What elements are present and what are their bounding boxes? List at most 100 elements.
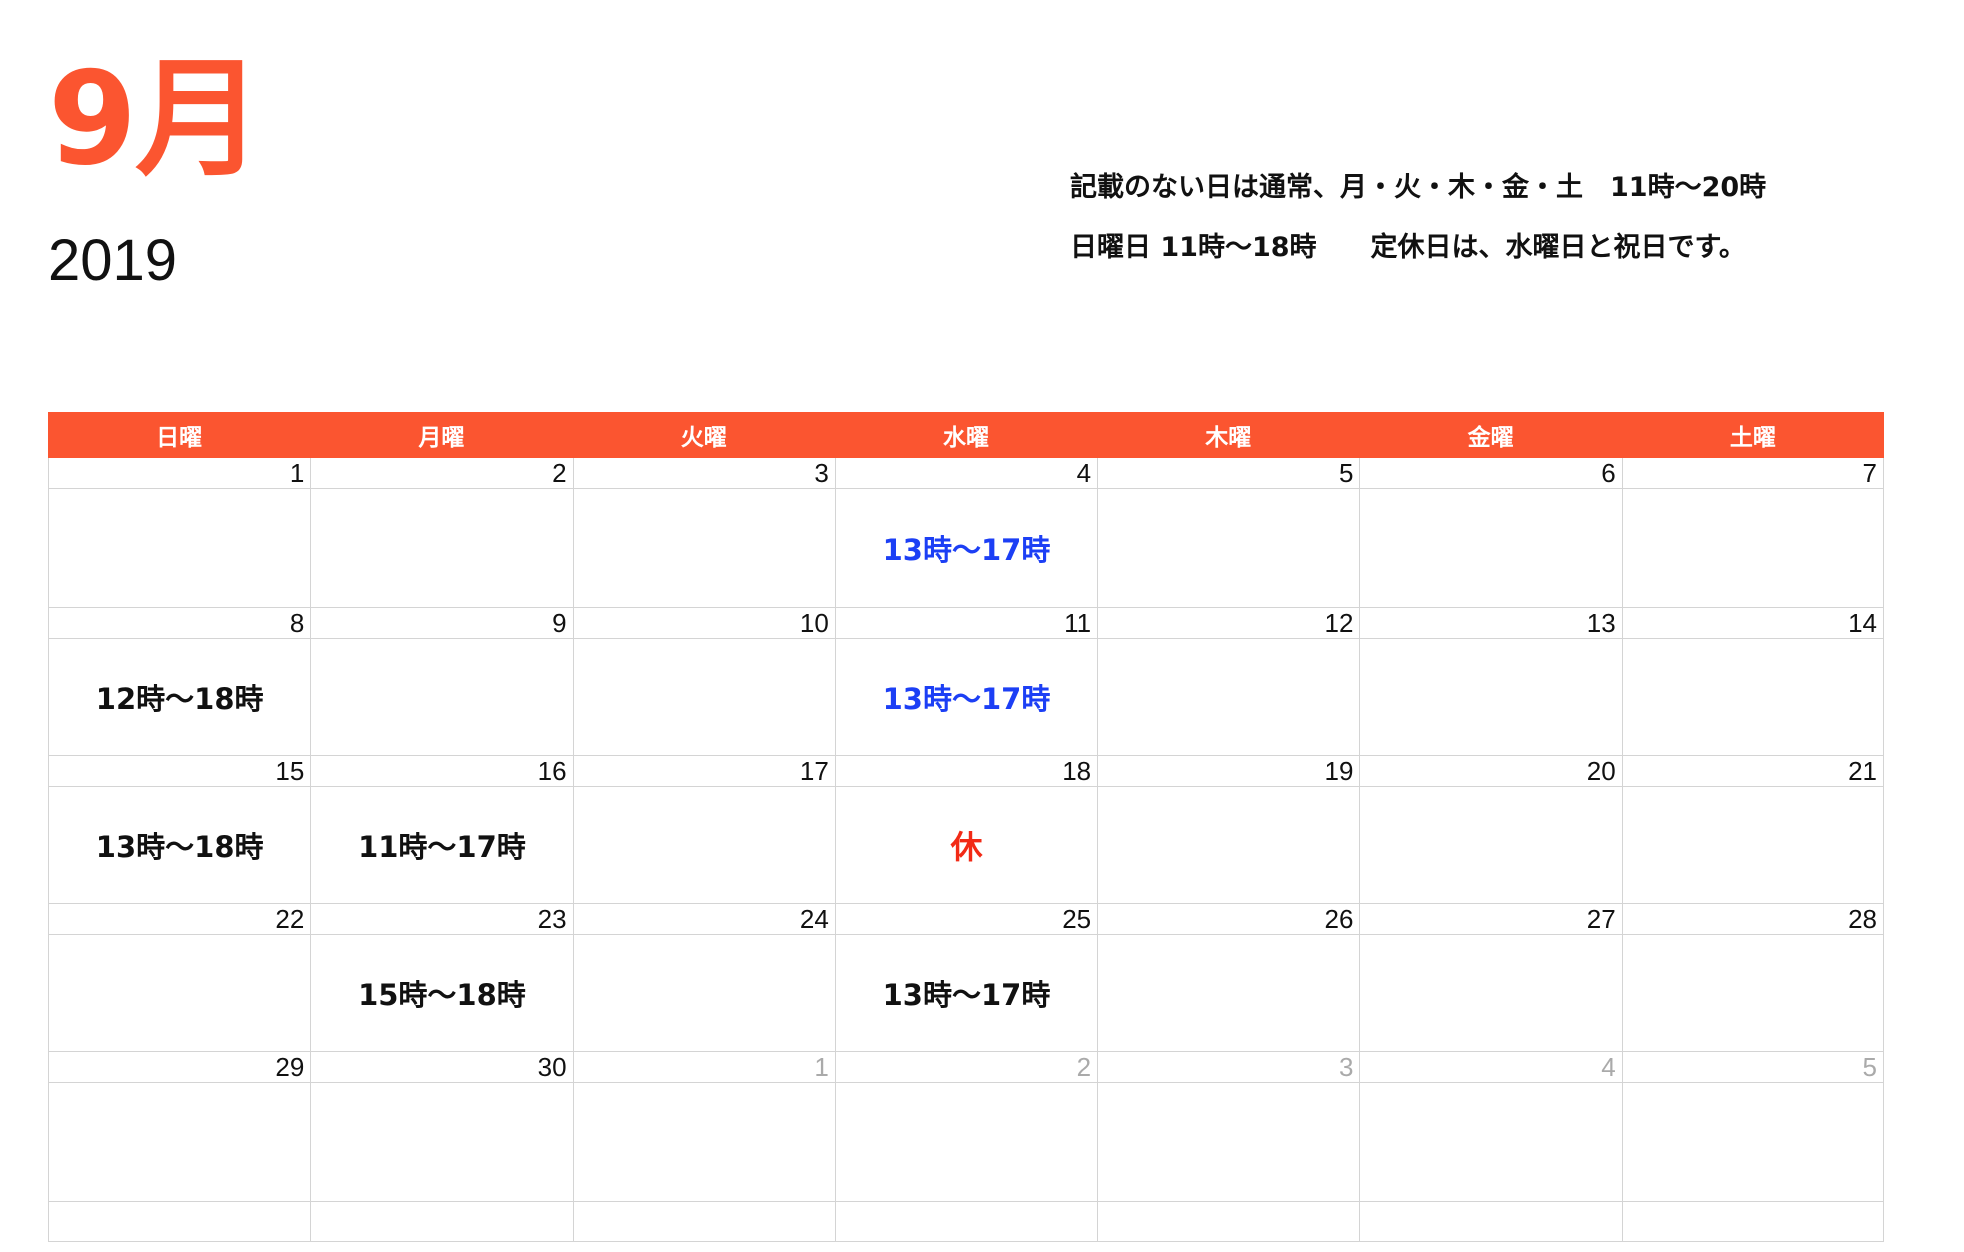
day-number: 27 (1360, 904, 1621, 935)
calendar-day-cell[interactable]: 2 (310, 458, 572, 608)
calendar-day-cell[interactable]: 13 (1359, 608, 1621, 756)
day-number: 1 (574, 1052, 835, 1083)
calendar-day-cell[interactable]: 26 (1097, 904, 1359, 1052)
calendar-day-cell[interactable]: 1 (573, 1052, 835, 1202)
day-number: 2 (836, 1052, 1097, 1083)
day-number: 5 (1623, 1052, 1883, 1083)
calendar-day-cell[interactable]: 4 (1359, 1052, 1621, 1202)
calendar-day-cell[interactable]: 3 (573, 458, 835, 608)
calendar-day-cell[interactable]: 9 (310, 608, 572, 756)
event-hours-label: 13時〜17時 (836, 935, 1097, 1051)
calendar-day-cell[interactable]: 2315時〜18時 (310, 904, 572, 1052)
day-number: 20 (1360, 756, 1621, 787)
calendar-day-cell[interactable]: 19 (1097, 756, 1359, 904)
weekday-saturday: 土曜 (1622, 412, 1884, 458)
notes-line-2: 日曜日 11時〜18時 定休日は、水曜日と祝日です。 (1070, 218, 1950, 278)
calendar-day-cell[interactable]: 18休 (835, 756, 1097, 904)
calendar-week-row: 812時〜18時9101113時〜17時121314 (48, 608, 1884, 756)
event-hours-label: 13時〜17時 (836, 489, 1097, 607)
event-hours-label: 13時〜17時 (836, 639, 1097, 755)
weekday-tuesday: 火曜 (573, 412, 835, 458)
calendar-week-row: 293012345 (48, 1052, 1884, 1202)
calendar-weeks: 123413時〜17時567812時〜18時9101113時〜17時121314… (48, 458, 1884, 1202)
weekday-friday: 金曜 (1359, 412, 1621, 458)
day-number: 21 (1623, 756, 1883, 787)
calendar-day-cell[interactable]: 1611時〜17時 (310, 756, 572, 904)
calendar-day-cell[interactable]: 1113時〜17時 (835, 608, 1097, 756)
calendar-day-cell[interactable]: 812時〜18時 (48, 608, 310, 756)
calendar-week-row: 1513時〜18時1611時〜17時1718休192021 (48, 756, 1884, 904)
trailing-cell (310, 1202, 572, 1242)
day-number: 15 (49, 756, 310, 787)
day-number: 9 (311, 608, 572, 639)
day-number: 17 (574, 756, 835, 787)
day-number: 1 (49, 458, 310, 489)
calendar-day-cell[interactable]: 17 (573, 756, 835, 904)
calendar-day-cell[interactable]: 12 (1097, 608, 1359, 756)
calendar-day-cell[interactable]: 1 (48, 458, 310, 608)
closed-day-label: 休 (836, 787, 1097, 903)
calendar-day-cell[interactable]: 5 (1097, 458, 1359, 608)
day-number: 29 (49, 1052, 310, 1083)
weekday-wednesday: 水曜 (835, 412, 1097, 458)
day-number: 13 (1360, 608, 1621, 639)
day-number: 28 (1623, 904, 1883, 935)
calendar-day-cell[interactable]: 10 (573, 608, 835, 756)
day-number: 3 (574, 458, 835, 489)
calendar-week-row: 123413時〜17時567 (48, 458, 1884, 608)
weekday-monday: 月曜 (310, 412, 572, 458)
calendar-trailing-row (48, 1202, 1884, 1242)
day-number: 26 (1098, 904, 1359, 935)
weekday-header-row: 日曜 月曜 火曜 水曜 木曜 金曜 土曜 (48, 412, 1884, 458)
event-hours-label: 12時〜18時 (49, 639, 310, 755)
day-number: 6 (1360, 458, 1621, 489)
business-hours-notes: 記載のない日は通常、月・火・木・金・土 11時〜20時日曜日 11時〜18時 定… (1070, 158, 1950, 278)
day-number: 30 (311, 1052, 572, 1083)
calendar-day-cell[interactable]: 6 (1359, 458, 1621, 608)
trailing-cell (573, 1202, 835, 1242)
calendar-day-cell[interactable]: 5 (1622, 1052, 1884, 1202)
month-title: 9月 (48, 56, 261, 184)
day-number: 2 (311, 458, 572, 489)
calendar-day-cell[interactable]: 14 (1622, 608, 1884, 756)
trailing-cell (1359, 1202, 1621, 1242)
day-number: 10 (574, 608, 835, 639)
calendar-week-row: 222315時〜18時242513時〜17時262728 (48, 904, 1884, 1052)
day-number: 16 (311, 756, 572, 787)
calendar-day-cell[interactable]: 413時〜17時 (835, 458, 1097, 608)
calendar-day-cell[interactable]: 28 (1622, 904, 1884, 1052)
trailing-cell (1622, 1202, 1884, 1242)
day-number: 22 (49, 904, 310, 935)
event-hours-label: 11時〜17時 (311, 787, 572, 903)
trailing-cell (835, 1202, 1097, 1242)
calendar-day-cell[interactable]: 2 (835, 1052, 1097, 1202)
day-number: 25 (836, 904, 1097, 935)
day-number: 12 (1098, 608, 1359, 639)
calendar-day-cell[interactable]: 30 (310, 1052, 572, 1202)
calendar-day-cell[interactable]: 20 (1359, 756, 1621, 904)
weekday-sunday: 日曜 (48, 412, 310, 458)
calendar-day-cell[interactable]: 3 (1097, 1052, 1359, 1202)
event-hours-label: 13時〜18時 (49, 787, 310, 903)
calendar-day-cell[interactable]: 1513時〜18時 (48, 756, 310, 904)
calendar-grid: 日曜 月曜 火曜 水曜 木曜 金曜 土曜 123413時〜17時567812時〜… (48, 412, 1884, 1242)
calendar-day-cell[interactable]: 24 (573, 904, 835, 1052)
day-number: 14 (1623, 608, 1883, 639)
calendar-day-cell[interactable]: 29 (48, 1052, 310, 1202)
trailing-cell (48, 1202, 310, 1242)
calendar-day-cell[interactable]: 22 (48, 904, 310, 1052)
calendar-day-cell[interactable]: 7 (1622, 458, 1884, 608)
calendar-day-cell[interactable]: 2513時〜17時 (835, 904, 1097, 1052)
calendar-day-cell[interactable]: 27 (1359, 904, 1621, 1052)
day-number: 7 (1623, 458, 1883, 489)
day-number: 5 (1098, 458, 1359, 489)
day-number: 23 (311, 904, 572, 935)
event-hours-label: 15時〜18時 (311, 935, 572, 1051)
day-number: 11 (836, 608, 1097, 639)
day-number: 18 (836, 756, 1097, 787)
day-number: 3 (1098, 1052, 1359, 1083)
day-number: 4 (1360, 1052, 1621, 1083)
calendar-day-cell[interactable]: 21 (1622, 756, 1884, 904)
weekday-thursday: 木曜 (1097, 412, 1359, 458)
year-label: 2019 (48, 232, 177, 290)
